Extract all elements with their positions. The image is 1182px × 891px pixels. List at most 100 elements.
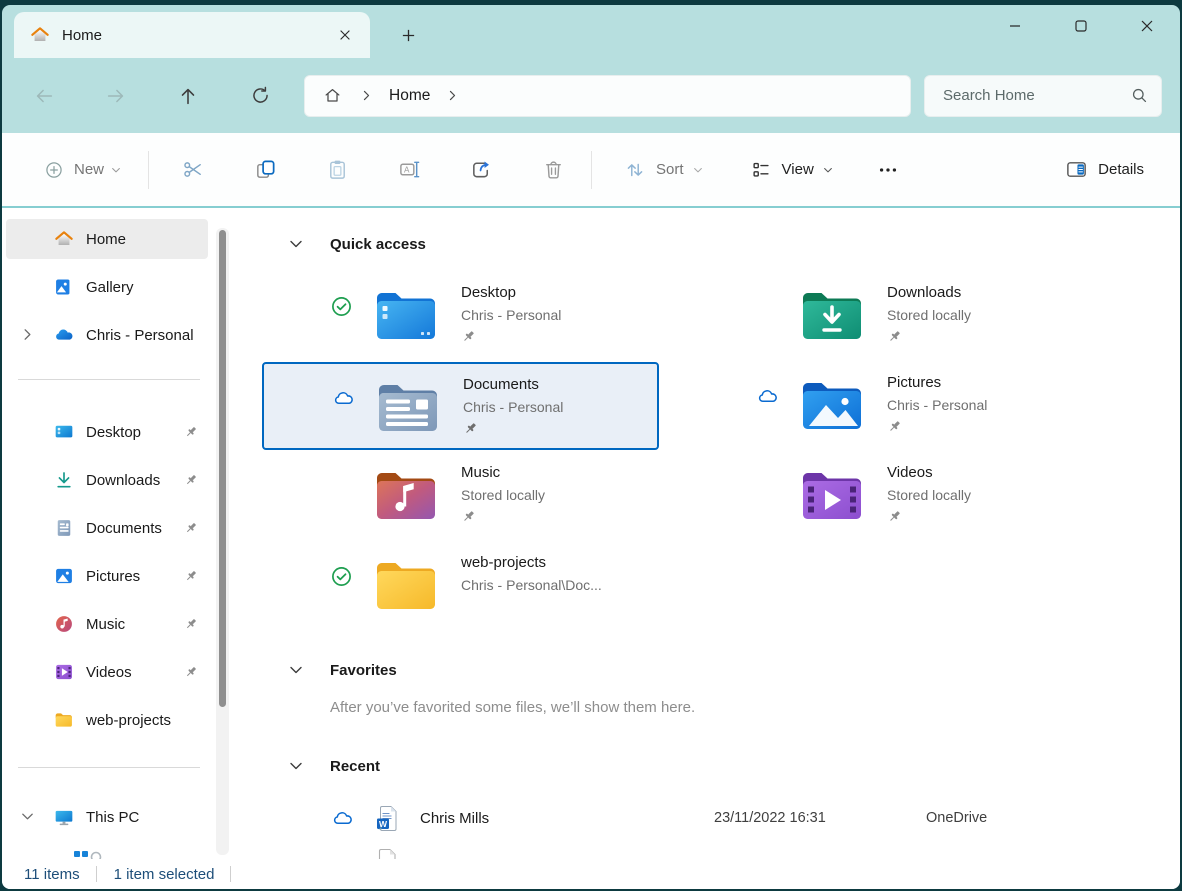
breadcrumb-item-home[interactable]: Home [389,87,430,105]
section-recent-header[interactable]: Recent [262,752,1180,780]
back-button[interactable] [22,76,66,116]
tab-bar: Home [2,5,1180,58]
tile-subtitle: Chris - Personal [887,394,987,416]
more-options-button[interactable] [866,148,910,192]
downloads-icon [54,470,74,490]
chevron-down-icon [110,164,122,176]
pin-icon [461,329,561,344]
navigation-bar: Home Search Home [2,58,1180,133]
home-icon [30,25,50,45]
cut-button[interactable] [171,148,215,192]
section-title: Favorites [330,662,397,679]
tile-subtitle: Stored locally [887,304,971,326]
sidebar-item-pictures[interactable]: Pictures [6,556,208,596]
section-favorites-header[interactable]: Favorites [262,656,1180,684]
tile-desktop[interactable]: Desktop Chris - Personal [262,272,659,360]
status-bar: 11 items 1 item selected [2,859,1180,889]
chevron-right-icon [360,89,373,102]
tile-documents[interactable]: Documents Chris - Personal [262,362,659,450]
sidebar-item-label: Desktop [86,424,141,441]
recent-file-row-partial[interactable] [375,847,1180,859]
documents-folder-icon [376,380,440,434]
sort-button[interactable]: Sort [614,148,714,192]
sort-icon [624,159,646,181]
pin-icon [887,419,987,434]
home-icon [54,229,74,249]
sync-cloud-icon [333,388,354,409]
sidebar-scrollbar-thumb[interactable] [219,230,226,707]
new-button[interactable]: New [36,148,130,192]
sidebar-item-this-pc[interactable]: This PC [6,797,208,837]
chevron-right-icon[interactable] [446,89,459,102]
sidebar-item-onedrive[interactable]: Chris - Personal [6,315,208,355]
pin-icon [184,521,198,535]
sync-cloud-icon [757,386,778,407]
chevron-right-icon[interactable] [20,327,36,343]
close-button[interactable] [1114,5,1180,47]
up-button[interactable] [166,76,210,116]
paste-button[interactable] [315,148,359,192]
pin-icon [887,329,971,344]
tab-close-icon[interactable] [330,20,360,50]
view-icon [750,159,772,181]
tile-subtitle: Chris - Personal\Doc... [461,574,602,596]
pin-icon [184,569,198,583]
music-folder-icon [374,468,438,522]
sidebar-item-music[interactable]: Music [6,604,208,644]
details-button[interactable]: Details [1057,148,1152,192]
sidebar-item-gallery[interactable]: Gallery [6,267,208,307]
sidebar-item-home[interactable]: Home [6,219,208,259]
pin-icon [887,509,971,524]
pin-icon [463,421,563,436]
tab-home[interactable]: Home [14,12,370,58]
breadcrumb-home-icon[interactable] [323,86,342,105]
chevron-down-icon[interactable] [288,236,304,252]
section-quick-access-header[interactable]: Quick access [262,230,1180,258]
recent-file-row[interactable]: W Chris Mills 23/11/2022 16:31 OneDrive [262,801,1180,835]
pin-icon [461,509,545,524]
sidebar-item-downloads[interactable]: Downloads [6,460,208,500]
search-icon[interactable] [1130,86,1149,105]
chevron-down-icon[interactable] [288,758,304,774]
this-pc-icon [54,807,74,827]
delete-button[interactable] [531,148,575,192]
refresh-button[interactable] [238,76,282,116]
sidebar-divider [18,767,200,768]
address-bar[interactable]: Home [304,75,911,117]
sidebar-item-documents[interactable]: Documents [6,508,208,548]
sidebar-item-web-projects[interactable]: web-projects [6,700,208,740]
tile-pictures[interactable]: Pictures Chris - Personal [688,362,1085,450]
chevron-down-icon[interactable] [20,809,36,825]
window-controls [982,5,1180,51]
chevron-down-icon[interactable] [288,662,304,678]
tile-music[interactable]: Music Stored locally [262,452,659,540]
details-pane-icon [1065,158,1088,181]
sidebar-item-partial-drive[interactable] [72,845,230,859]
maximize-button[interactable] [1048,5,1114,47]
downloads-folder-icon [800,288,864,342]
minimize-button[interactable] [982,5,1048,47]
desktop-icon [54,422,74,442]
navigation-pane: Home Gallery Chris - Personal [2,208,230,859]
tile-downloads[interactable]: Downloads Stored locally [688,272,1085,360]
search-placeholder: Search Home [943,87,1130,104]
forward-button[interactable] [94,76,138,116]
sidebar-item-videos[interactable]: Videos [6,652,208,692]
search-input[interactable]: Search Home [924,75,1162,117]
share-button[interactable] [459,148,503,192]
word-document-icon: W [376,805,399,831]
sidebar-item-label: Pictures [86,568,140,585]
view-button[interactable]: View [740,148,844,192]
pictures-folder-icon [800,378,864,432]
recent-file-date: 23/11/2022 16:31 [714,810,926,826]
onedrive-cloud-icon [54,325,74,345]
rename-button[interactable]: A [387,148,431,192]
copy-button[interactable] [243,148,287,192]
plain-folder-icon [374,558,438,612]
tile-web-projects[interactable]: web-projects Chris - Personal\Doc... [262,542,659,630]
sidebar-item-desktop[interactable]: Desktop [6,412,208,452]
tile-name: web-projects [461,552,602,574]
details-button-label: Details [1098,161,1144,178]
tile-videos[interactable]: Videos Stored locally [688,452,1085,540]
new-tab-button[interactable] [392,21,424,49]
